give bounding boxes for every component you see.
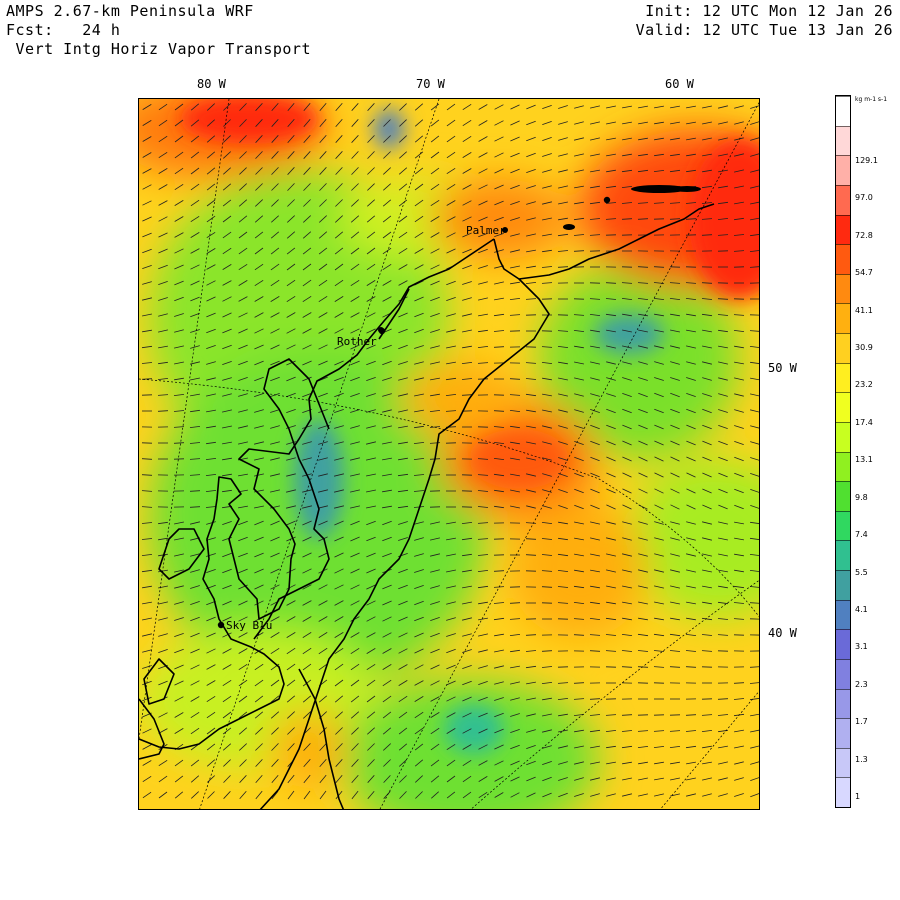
colorbar-segment	[836, 214, 850, 245]
colorbar-tick-label: 129.1	[855, 156, 878, 165]
header-left: AMPS 2.67-km Peninsula WRF Fcst: 24 h Ver…	[6, 2, 311, 59]
colorbar-tick-label: 54.7	[855, 268, 873, 278]
init-time: Init: 12 UTC Mon 12 Jan 26	[645, 2, 893, 20]
colorbar	[835, 95, 851, 808]
station-label-palmer: Palmer	[466, 224, 506, 237]
colorbar-tick-label: 2.3	[855, 679, 868, 689]
colorbar-segment	[836, 421, 850, 452]
forecast-hour: Fcst: 24 h	[6, 21, 121, 39]
colorbar-tick-label: 97.0	[855, 193, 873, 203]
model-title: AMPS 2.67-km Peninsula WRF	[6, 2, 254, 20]
colorbar-segment	[836, 747, 850, 778]
colorbar-segment	[836, 688, 850, 719]
colorbar-segment	[836, 273, 850, 304]
colorbar-segment	[836, 184, 850, 215]
colorbar-tick-label: 41.1	[855, 305, 873, 315]
station-label-rothera: Rother	[337, 335, 377, 348]
valid-time: Valid: 12 UTC Tue 13 Jan 26	[635, 21, 893, 39]
colorbar-tick-label: 30.9	[855, 343, 873, 353]
map-panel: Palmer Rother Sky Blu	[138, 98, 760, 810]
colorbar-tick-label: 5.5	[855, 567, 868, 577]
colorbar-tick-label: 1.3	[855, 754, 868, 764]
colorbar-segment	[836, 362, 850, 393]
colorbar-tick-label: 17.4	[855, 417, 873, 427]
colorbar-segment	[836, 451, 850, 482]
station-dot-sky-blu	[217, 621, 225, 629]
colorbar-segment	[836, 570, 850, 600]
colorbar-tick-label: 7.4	[855, 530, 868, 540]
station-label-sky-blu: Sky Blu	[226, 619, 272, 632]
colorbar-segment	[836, 510, 850, 541]
colorbar-segment	[836, 658, 850, 689]
colorbar-segment	[836, 718, 850, 748]
colorbar-tick-label: 1	[855, 792, 861, 801]
colorbar-tick-label: 1.7	[855, 717, 868, 727]
lat-label-40w: 40 W	[768, 626, 797, 640]
lon-label-70w: 70 W	[416, 77, 445, 91]
vapor-transport-field	[139, 99, 759, 809]
lon-label-60w: 60 W	[665, 77, 694, 91]
lon-label-80w: 80 W	[197, 77, 226, 91]
colorbar-segment	[836, 777, 850, 807]
colorbar-segment	[836, 599, 850, 630]
colorbar-units: kg m-1 s-1	[855, 96, 888, 103]
vapor-transport-map: Palmer Rother Sky Blu	[139, 99, 759, 809]
colorbar-segment	[836, 244, 850, 274]
station-dot-rothera	[378, 327, 384, 333]
colorbar-tick-label: 13.1	[855, 455, 873, 465]
header-right: Init: 12 UTC Mon 12 Jan 26 Valid: 12 UTC …	[636, 2, 893, 40]
field-title: Vert Intg Horiz Vapor Transport	[6, 40, 311, 58]
colorbar-tick-label: 72.8	[855, 230, 873, 240]
colorbar-tick-label: 23.2	[855, 380, 873, 390]
colorbar-segment	[836, 629, 850, 659]
colorbar-segment	[836, 333, 850, 363]
colorbar-tick-label: 4.1	[855, 604, 868, 614]
colorbar-segment	[836, 96, 850, 126]
colorbar-tick-label: 3.1	[855, 642, 868, 652]
colorbar-tick-label: 9.8	[855, 492, 868, 502]
colorbar-segment	[836, 125, 850, 156]
colorbar-segment	[836, 155, 850, 185]
colorbar-segment	[836, 481, 850, 511]
lat-label-50w: 50 W	[768, 361, 797, 375]
colorbar-segment	[836, 392, 850, 422]
colorbar-segment	[836, 303, 850, 333]
colorbar-segment	[836, 540, 850, 570]
